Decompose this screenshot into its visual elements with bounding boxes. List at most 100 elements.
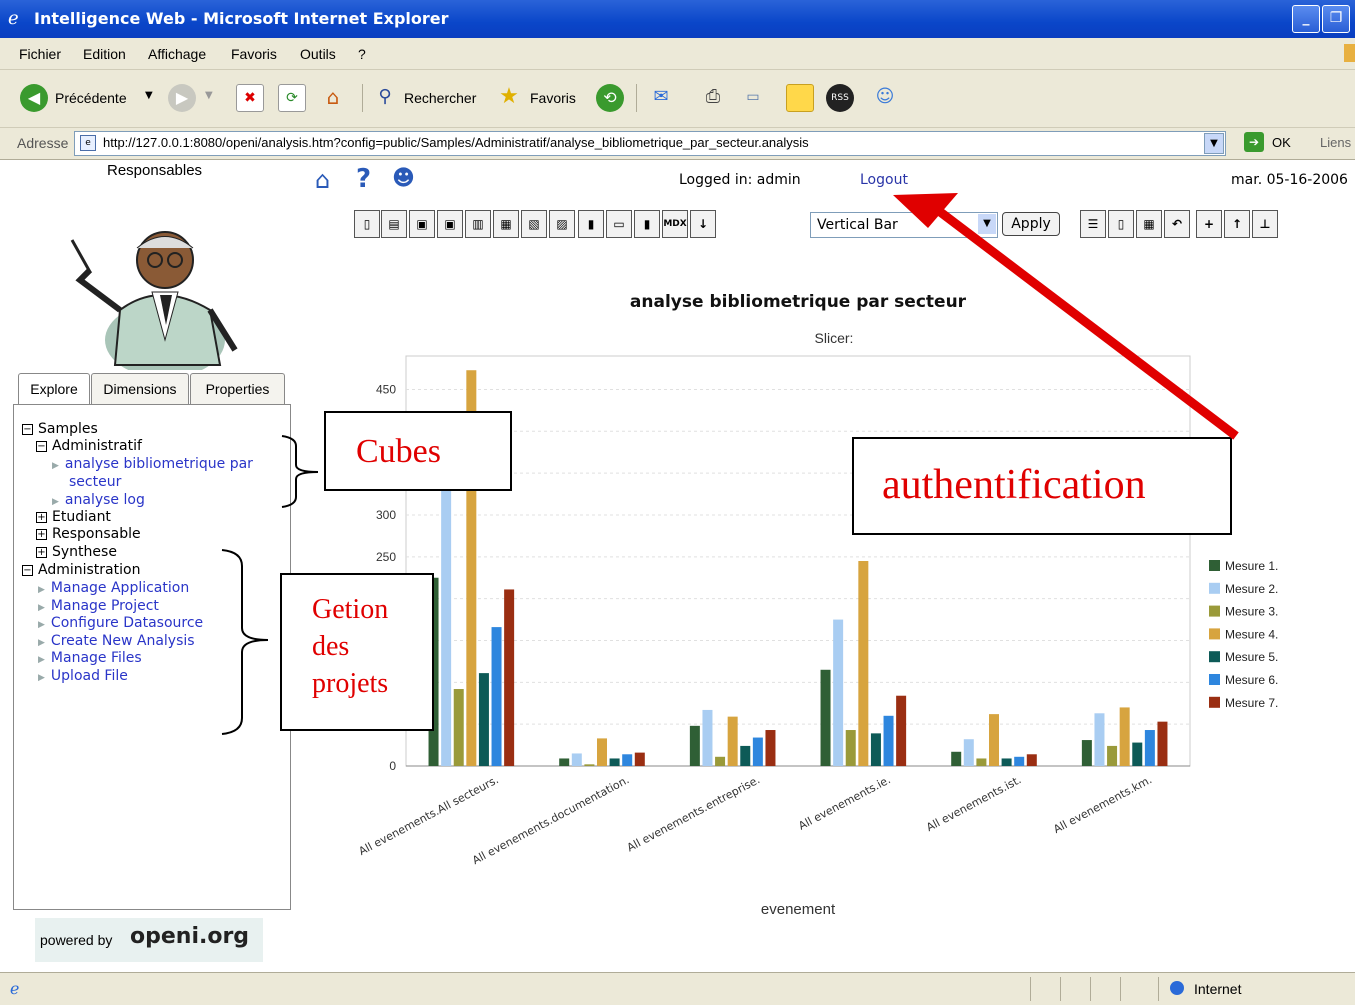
address-label: Adresse (17, 135, 69, 151)
bar (883, 715, 894, 766)
admin-link-upload-file[interactable]: ▶ Upload File (38, 668, 128, 684)
menu-outils[interactable]: Outils (300, 46, 336, 62)
admin-link-configure-datasource[interactable]: ▶ Configure Datasource (38, 615, 203, 631)
menu-favoris[interactable]: Favoris (231, 46, 277, 62)
back-button-label[interactable]: Précédente (55, 90, 127, 106)
expand-icon[interactable]: + (36, 512, 47, 523)
search-icon[interactable]: ⚲ (372, 84, 398, 110)
home-icon[interactable]: ⌂ (320, 84, 346, 110)
open-analysis-icon[interactable]: ▤ (381, 210, 407, 238)
edit-icon[interactable]: ▭ (740, 84, 766, 110)
links-label[interactable]: Liens (1320, 135, 1351, 150)
bar (989, 714, 999, 766)
x-tick-label: All evenements.ist. (924, 773, 1023, 834)
expand-all-icon[interactable]: ⊥ (1252, 210, 1278, 238)
back-dropdown-icon[interactable]: ▼ (145, 90, 153, 101)
tree-node-synthese[interactable]: + Synthese (36, 544, 117, 560)
forward-arrow-icon[interactable]: ▶ (168, 84, 196, 112)
bar (752, 737, 763, 766)
history-icon[interactable]: ⟲ (596, 84, 624, 112)
tab-dimensions[interactable]: Dimensions (91, 373, 189, 404)
admin-link-create-analysis[interactable]: ▶ Create New Analysis (38, 633, 195, 649)
home-icon[interactable]: ⌂ (315, 166, 330, 194)
tab-properties[interactable]: Properties (190, 373, 285, 404)
annotation-cubes-box: Cubes (324, 411, 512, 491)
collapse-icon[interactable]: − (36, 441, 47, 452)
chart-type-select[interactable]: Vertical Bar ▼ (810, 212, 998, 238)
tree-link-cube-log[interactable]: ▶ analyse log (52, 492, 145, 508)
page-content: Responsables Explore Dimensions Properti… (0, 160, 1355, 972)
chevron-down-icon[interactable]: ▼ (978, 214, 996, 234)
minimize-button[interactable]: _ (1292, 5, 1320, 33)
tree-node-etudiant[interactable]: + Etudiant (36, 509, 111, 525)
drill-up-icon[interactable]: ↑ (1224, 210, 1250, 238)
pdf-icon[interactable]: ▧ (521, 210, 547, 238)
swap-axes-icon[interactable]: ↶ (1164, 210, 1190, 238)
save-icon[interactable]: ▣ (409, 210, 435, 238)
tab-explore[interactable]: Explore (18, 373, 90, 404)
forward-dropdown-icon[interactable]: ▼ (205, 90, 213, 101)
tree-node-administratif[interactable]: − Administratif (36, 438, 142, 454)
admin-link-manage-project[interactable]: ▶ Manage Project (38, 598, 159, 614)
chart-table-icon[interactable]: ▮ (634, 210, 660, 238)
legend-swatch (1209, 582, 1220, 594)
powered-by-banner[interactable]: powered by openi.org (35, 918, 263, 962)
show-table-icon[interactable]: ▭ (606, 210, 632, 238)
menu-edition[interactable]: Edition (83, 46, 126, 62)
drill-down-icon[interactable]: + (1196, 210, 1222, 238)
restore-button[interactable]: ❐ (1322, 5, 1350, 33)
sort-icon[interactable]: ↓ (690, 210, 716, 238)
collapse-icon[interactable]: − (22, 565, 33, 576)
save-as-icon[interactable]: ▣ (437, 210, 463, 238)
logout-link[interactable]: Logout (860, 172, 908, 188)
bullet-arrow-icon: ▶ (38, 603, 45, 613)
expand-icon[interactable]: + (36, 547, 47, 558)
menu-fichier[interactable]: Fichier (19, 46, 61, 62)
messenger-icon[interactable]: ☺ (872, 84, 898, 110)
show-chart-icon[interactable]: ▮ (578, 210, 604, 238)
search-button-label[interactable]: Rechercher (404, 90, 476, 106)
address-url[interactable]: http://127.0.0.1:8080/openi/analysis.htm… (103, 135, 809, 150)
expand-icon[interactable]: + (36, 529, 47, 540)
excel-icon[interactable]: ▨ (549, 210, 575, 238)
columns-icon[interactable]: ▯ (1108, 210, 1134, 238)
go-arrow-icon[interactable]: ➔ (1244, 132, 1264, 152)
favorites-button-label[interactable]: Favoris (530, 90, 576, 106)
address-input[interactable]: e http://127.0.0.1:8080/openi/analysis.h… (74, 131, 1226, 156)
apply-button[interactable]: Apply (1002, 212, 1060, 236)
help-icon[interactable]: ? (356, 164, 371, 194)
annotation-line: projets (312, 668, 389, 699)
menu-help[interactable]: ? (358, 46, 366, 62)
admin-link-manage-application[interactable]: ▶ Manage Application (38, 580, 189, 596)
tree-node-administration[interactable]: − Administration (22, 562, 140, 578)
back-arrow-icon[interactable]: ◀ (20, 84, 48, 112)
tree-link-cube-bibliometrique[interactable]: ▶ analyse bibliometrique par (52, 456, 253, 472)
collapse-icon[interactable]: − (22, 424, 33, 435)
bar (963, 739, 974, 766)
new-analysis-icon[interactable]: ▯ (354, 210, 380, 238)
users-icon[interactable]: ☻ (392, 166, 415, 191)
page-icon: e (80, 135, 96, 151)
go-button-label[interactable]: OK (1272, 135, 1291, 150)
legend-label: Mesure 2. (1225, 582, 1278, 596)
mail-icon[interactable]: ✉ (648, 84, 674, 110)
delete-icon[interactable]: ▥ (465, 210, 491, 238)
hierarchy-icon[interactable]: ☰ (1080, 210, 1106, 238)
tree-link-cube-bibliometrique-cont[interactable]: secteur (69, 474, 121, 490)
notes-icon[interactable] (786, 84, 814, 112)
stop-icon[interactable]: ✖ (236, 84, 264, 112)
bar (1094, 713, 1105, 766)
tree-node-responsable[interactable]: + Responsable (36, 526, 141, 542)
print-icon[interactable]: ⎙ (700, 84, 726, 110)
tree-node-samples[interactable]: − Samples (22, 421, 98, 437)
grid-icon[interactable]: ▦ (1136, 210, 1162, 238)
rss-icon[interactable]: RSS (826, 84, 854, 112)
refresh-icon[interactable]: ⟳ (278, 84, 306, 112)
admin-link-manage-files[interactable]: ▶ Manage Files (38, 650, 142, 666)
mdx-icon[interactable]: MDX (662, 210, 688, 238)
menu-affichage[interactable]: Affichage (148, 46, 206, 62)
favorites-star-icon[interactable]: ★ (496, 84, 522, 110)
print-icon[interactable]: ▦ (493, 210, 519, 238)
address-dropdown-icon[interactable]: ▼ (1204, 133, 1224, 154)
legend-swatch (1209, 674, 1220, 685)
